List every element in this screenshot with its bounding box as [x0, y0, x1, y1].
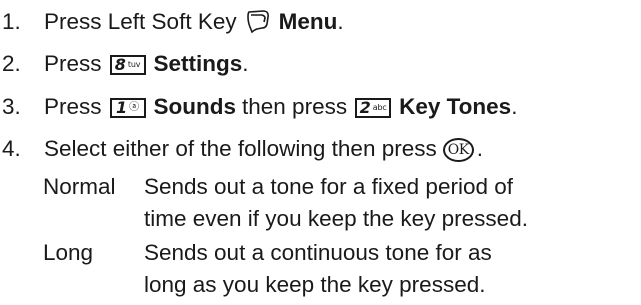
- key-letters: tuv: [127, 60, 141, 69]
- menu-label: Menu: [278, 9, 338, 34]
- key-8-icon: 8 tuv: [109, 55, 146, 75]
- step-text: Press Left Soft Key: [44, 9, 237, 34]
- settings-label: Settings: [153, 51, 243, 76]
- step-text: Press: [44, 51, 102, 76]
- description-line: Sends out a tone for a fixed period of: [144, 174, 513, 199]
- step-4: 4. Select either of the following then p…: [0, 131, 483, 167]
- option-term: Long: [43, 240, 94, 265]
- step-period: .: [476, 136, 483, 161]
- step-2: 2. Press 8 tuv Settings.: [0, 46, 249, 82]
- description-line: long as you keep the key pressed.: [144, 272, 486, 297]
- key-voicemail-symbol: ⓐ: [129, 102, 139, 113]
- step-number: 2.: [2, 51, 21, 76]
- key-number: 1: [116, 98, 128, 117]
- option-normal: Normal Sends out a tone for a fixed peri…: [43, 171, 641, 235]
- key-letters: abc: [372, 103, 387, 112]
- step-number: 1.: [2, 9, 21, 34]
- ok-key-icon: OK: [442, 138, 474, 162]
- step-text: Press: [44, 94, 102, 119]
- key-2-icon: 2 abc: [355, 98, 392, 118]
- step-text-mid: then press: [242, 94, 348, 119]
- step-3: 3. Press 1 ⓐ Sounds then press 2 abc Key To…: [0, 89, 517, 125]
- step-number: 3.: [2, 94, 21, 119]
- description-line: Sends out a continuous tone for as: [144, 240, 492, 265]
- step-1: 1. Press Left Soft Key Menu.: [0, 4, 344, 40]
- key-tones-label: Key Tones: [399, 94, 512, 119]
- step-period: .: [242, 51, 249, 76]
- step-number: 4.: [2, 136, 21, 161]
- option-long: Long Sends out a continuous tone for as …: [43, 237, 641, 301]
- key-number: 8: [114, 55, 126, 74]
- key-1-icon: 1 ⓐ: [109, 98, 146, 118]
- option-description: Sends out a continuous tone for as long …: [144, 237, 641, 301]
- left-soft-key-icon: [245, 8, 271, 34]
- option-description: Sends out a tone for a fixed period of t…: [144, 171, 641, 235]
- description-line: time even if you keep the key pressed.: [144, 206, 528, 231]
- sounds-label: Sounds: [153, 94, 237, 119]
- key-number: 2: [359, 98, 371, 117]
- step-period: .: [337, 9, 344, 34]
- step-period: .: [511, 94, 518, 119]
- instructions-document: 1. Press Left Soft Key Menu. 2. Press 8t…: [0, 0, 641, 305]
- option-term: Normal: [43, 174, 116, 199]
- step-text: Select either of the following then pres…: [44, 136, 437, 161]
